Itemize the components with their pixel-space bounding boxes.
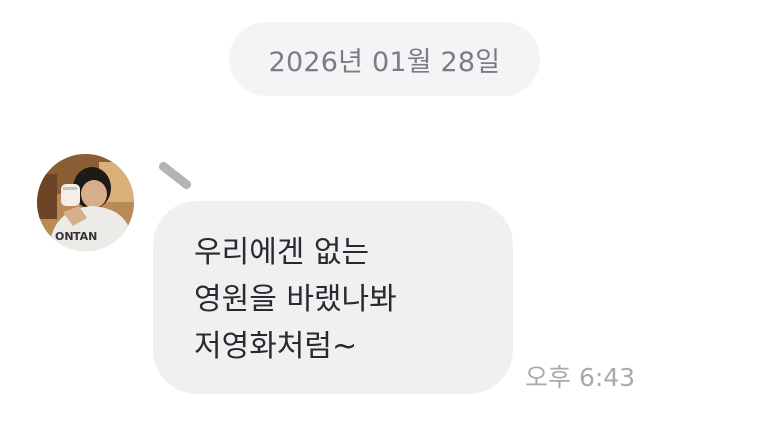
message-bubble[interactable]: 우리에겐 없는 영원을 바랬나봐 저영화처럼~ [153, 201, 513, 394]
message-line: 영원을 바랬나봐 [194, 282, 397, 317]
message-line: 우리에겐 없는 [194, 235, 370, 270]
chat-view: 2026년 01월 28일 ON TAN 우리에겐 없는 영원을 바랬나봐 저영… [0, 0, 769, 424]
avatar[interactable]: ON TAN [37, 154, 134, 251]
profile-photo-icon: ON TAN [37, 154, 134, 251]
message-line: 저영화처럼~ [194, 329, 358, 364]
date-divider-label: 2026년 01월 28일 [268, 46, 501, 78]
message-time: 오후 6:43 [525, 363, 636, 392]
svg-text:TAN: TAN [73, 230, 97, 243]
date-divider: 2026년 01월 28일 [229, 22, 540, 96]
sender-name [157, 160, 193, 191]
svg-text:ON: ON [55, 230, 74, 243]
